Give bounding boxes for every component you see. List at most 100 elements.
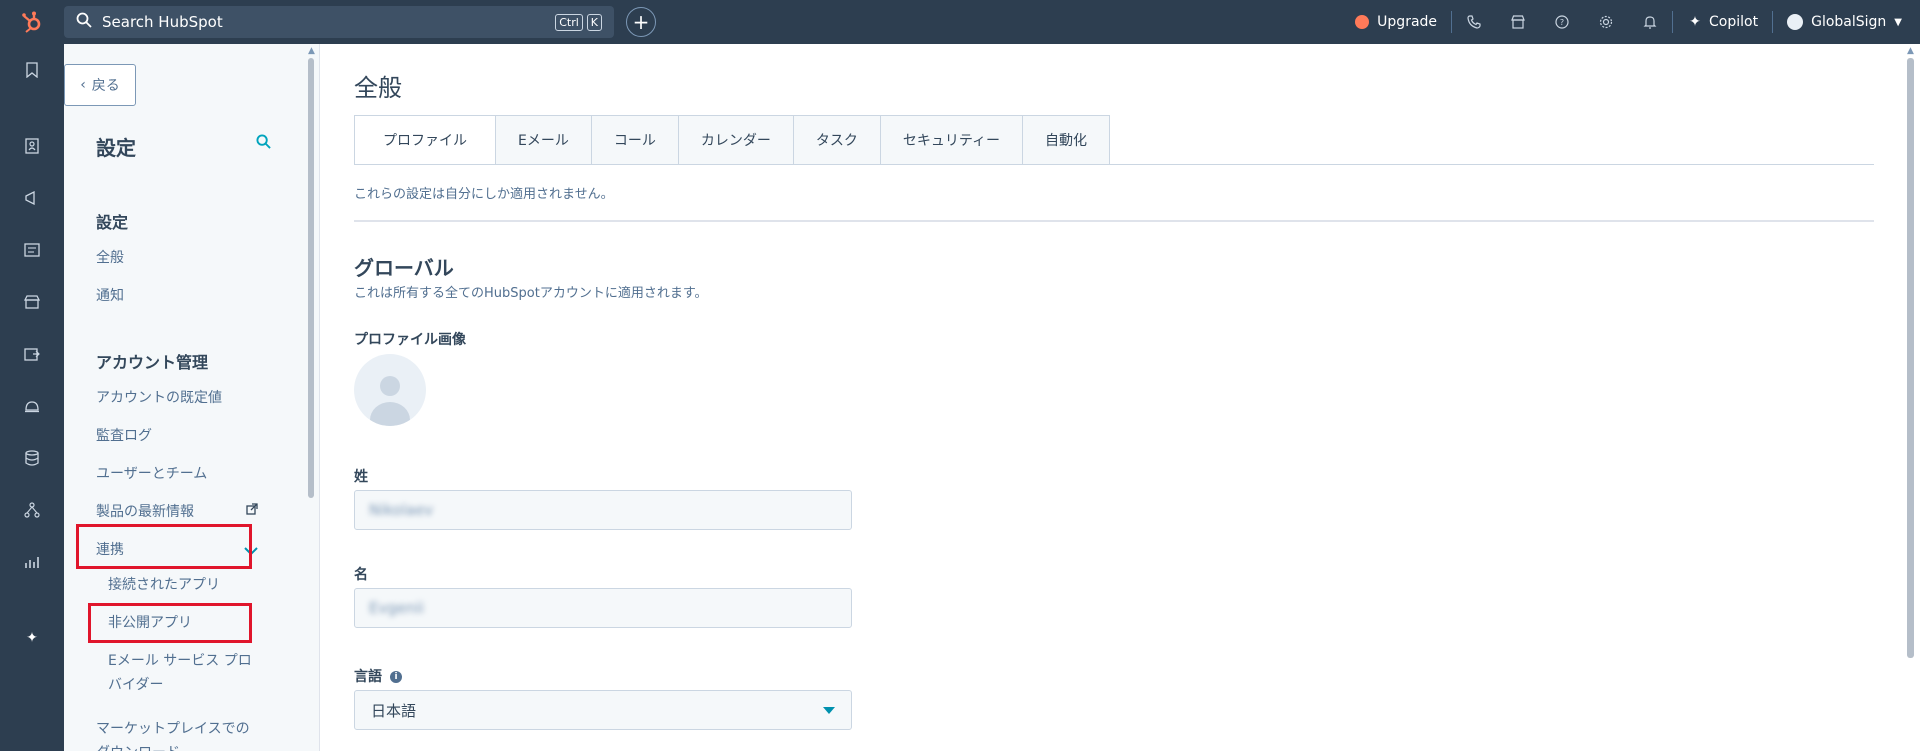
- tab-email[interactable]: Eメール: [496, 115, 592, 165]
- copilot-button[interactable]: ✦ Copilot: [1673, 0, 1772, 44]
- gear-icon: [1598, 14, 1614, 30]
- section-heading-account: アカウント管理: [96, 353, 209, 372]
- commerce-icon[interactable]: [22, 292, 42, 312]
- upgrade-label: Upgrade: [1377, 14, 1438, 30]
- reports-icon[interactable]: [22, 552, 42, 572]
- avatar-body: [370, 402, 410, 426]
- sidebar-item-audit-log[interactable]: 監査ログ: [96, 425, 152, 445]
- tab-calendar[interactable]: カレンダー: [678, 115, 794, 165]
- info-icon[interactable]: i: [390, 671, 402, 683]
- avatar-head: [380, 376, 400, 396]
- create-new-button[interactable]: +: [626, 7, 656, 37]
- upgrade-icon: [1355, 15, 1370, 29]
- hubspot-logo-icon[interactable]: [0, 0, 64, 44]
- marketing-icon[interactable]: [22, 188, 42, 208]
- global-heading: グローバル: [354, 256, 454, 280]
- notifications-button[interactable]: [1628, 0, 1672, 44]
- tab-tasks[interactable]: タスク: [793, 115, 881, 165]
- keyboard-shortcut: Ctrl K: [555, 13, 602, 31]
- chevron-left-icon: ‹: [80, 77, 86, 93]
- caret-down-icon: [823, 707, 835, 714]
- search-icon: [76, 12, 92, 32]
- contacts-icon[interactable]: [22, 136, 42, 156]
- global-description: これは所有する全てのHubSpotアカウントに適用されます。: [354, 286, 708, 301]
- sidebar-item-account-defaults[interactable]: アカウントの既定値: [96, 387, 222, 407]
- back-label: 戻る: [91, 78, 120, 94]
- settings-sidebar: ‹ 戻る 設定 設定 全般 通知 アカウント管理 アカウントの既定値 監査ログ …: [64, 44, 320, 751]
- search-placeholder: Search HubSpot: [102, 13, 223, 31]
- top-right-toolbar: Upgrade ? ✦ Copilot GlobalSign ▼: [1341, 0, 1920, 44]
- page-scrollbar[interactable]: [1907, 58, 1914, 658]
- email-provider-line2: バイダー: [108, 677, 164, 693]
- account-name: GlobalSign: [1811, 14, 1887, 30]
- sidebar-title: 設定: [96, 136, 136, 160]
- sidebar-item-email-provider[interactable]: Eメール サービス プロ バイダー: [108, 649, 252, 697]
- tab-profile[interactable]: プロファイル: [354, 115, 496, 165]
- help-icon: ?: [1554, 14, 1570, 30]
- external-link-icon: [246, 503, 258, 518]
- last-name-label: 姓: [354, 469, 368, 485]
- left-nav-rail: ✦: [0, 44, 64, 751]
- sidebar-item-connected-apps[interactable]: 接続されたアプリ: [108, 573, 220, 597]
- database-icon[interactable]: [22, 448, 42, 468]
- sidebar-item-product-updates[interactable]: 製品の最新情報: [96, 501, 194, 521]
- sidebar-item-general[interactable]: 全般: [96, 247, 124, 267]
- bell-icon: [1642, 14, 1658, 30]
- global-search-input[interactable]: Search HubSpot Ctrl K: [64, 6, 614, 38]
- sidebar-item-marketplace-downloads[interactable]: マーケットプレイスでの ダウンロード: [96, 717, 250, 751]
- service-icon[interactable]: [22, 396, 42, 416]
- tab-automation[interactable]: 自動化: [1023, 115, 1111, 165]
- first-name-field[interactable]: Evgenii: [354, 588, 852, 628]
- marketplace-button[interactable]: [1496, 0, 1540, 44]
- email-provider-line1: Eメール サービス プロ: [108, 653, 252, 669]
- marketplace-line1: マーケットプレイスでの: [96, 721, 250, 737]
- sales-icon[interactable]: [22, 344, 42, 364]
- profile-image-label: プロファイル画像: [354, 332, 466, 348]
- highlight-box-integrations: [76, 524, 252, 569]
- content-icon[interactable]: [22, 240, 42, 260]
- language-label: 言語 i: [354, 666, 402, 686]
- marketplace-line2: ダウンロード: [96, 741, 250, 751]
- sidebar-item-users-teams[interactable]: ユーザーとチーム: [96, 463, 207, 483]
- highlight-box-private-apps: [88, 603, 252, 643]
- first-name-value: Evgenii: [369, 599, 424, 617]
- settings-tabs: プロファイル Eメール コール カレンダー タスク セキュリティー 自動化: [354, 115, 1111, 165]
- calling-button[interactable]: [1452, 0, 1496, 44]
- copilot-label: Copilot: [1709, 14, 1759, 30]
- kbd-ctrl: Ctrl: [555, 13, 583, 31]
- first-name-label: 名: [354, 567, 368, 583]
- sidebar-scrollbar[interactable]: [308, 58, 314, 498]
- back-button[interactable]: ‹ 戻る: [64, 64, 136, 106]
- svg-text:?: ?: [1560, 18, 1564, 27]
- help-button[interactable]: ?: [1540, 0, 1584, 44]
- search-icon[interactable]: [256, 134, 271, 153]
- main-content: 全般 プロファイル Eメール コール カレンダー タスク セキュリティー 自動化…: [354, 44, 1874, 751]
- scroll-up-arrow[interactable]: ▲: [308, 46, 315, 56]
- tab-calls[interactable]: コール: [591, 115, 679, 165]
- last-name-field[interactable]: Nikolaev: [354, 490, 852, 530]
- account-menu[interactable]: GlobalSign ▼: [1773, 0, 1920, 44]
- sidebar-item-notifications[interactable]: 通知: [96, 285, 124, 305]
- upgrade-button[interactable]: Upgrade: [1341, 0, 1451, 44]
- bookmark-icon[interactable]: [22, 60, 42, 80]
- section-divider: [354, 220, 1874, 222]
- sparkle-icon: ✦: [1689, 14, 1701, 30]
- kbd-k: K: [586, 13, 602, 31]
- page-title: 全般: [354, 74, 402, 102]
- phone-icon: [1466, 14, 1482, 30]
- language-select[interactable]: 日本語: [354, 690, 852, 730]
- settings-note: これらの設定は自分にしか適用されません。: [354, 187, 614, 202]
- caret-down-icon: ▼: [1894, 16, 1902, 28]
- account-avatar: [1787, 14, 1804, 30]
- tab-security[interactable]: セキュリティー: [880, 115, 1024, 165]
- language-label-text: 言語: [354, 669, 382, 685]
- page-scroll-up-arrow[interactable]: ▲: [1907, 46, 1914, 56]
- last-name-value: Nikolaev: [369, 501, 434, 519]
- sparkle-icon[interactable]: ✦: [22, 628, 42, 648]
- profile-avatar[interactable]: [354, 354, 426, 426]
- language-value: 日本語: [371, 701, 417, 720]
- automation-icon[interactable]: [22, 500, 42, 520]
- settings-button[interactable]: [1584, 0, 1628, 44]
- tabs-divider: [354, 164, 1874, 165]
- section-heading-settings: 設定: [96, 213, 129, 232]
